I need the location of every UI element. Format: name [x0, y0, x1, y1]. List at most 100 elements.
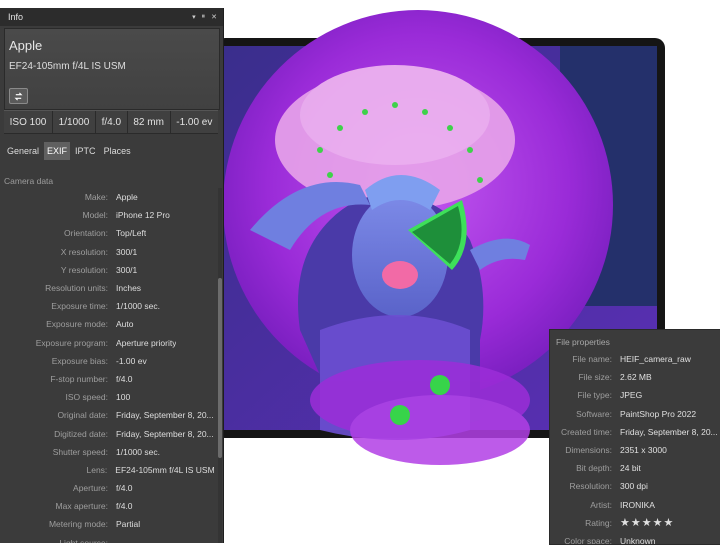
file-property-value: IRONIKA	[620, 499, 655, 510]
file-property-row: Dimensions: 2351 x 3000	[550, 441, 720, 459]
exif-value: Friday, September 8, 20...	[116, 428, 214, 439]
file-property-value: PaintShop Pro 2022	[620, 408, 697, 419]
exposure-stat: ISO 100	[4, 111, 54, 133]
exif-key: Exposure bias:	[51, 355, 108, 366]
file-property-value: 300 dpi	[620, 481, 648, 492]
file-property-key: Rating:	[585, 517, 612, 528]
file-property-key: Color space:	[564, 535, 612, 545]
tab-exif[interactable]: EXIF	[44, 142, 71, 160]
exif-value: f/4.0	[116, 501, 133, 512]
rating-stars[interactable]: ★★★★★	[620, 516, 674, 529]
scrollbar[interactable]	[218, 188, 222, 543]
file-property-key: File size:	[578, 372, 612, 383]
exif-row: Original date: Friday, September 8, 20...	[0, 406, 214, 424]
exif-value: f/4.0	[116, 373, 133, 384]
exif-row: Exposure bias: -1.00 ev	[0, 352, 214, 370]
exif-key: F-stop number:	[50, 373, 108, 384]
exif-value: Apple	[116, 192, 138, 203]
exif-value: Top/Left	[116, 228, 147, 239]
exif-row: ISO speed: 100	[0, 388, 214, 406]
file-property-value: JPEG	[620, 390, 643, 401]
file-property-key: Resolution:	[569, 481, 612, 492]
exif-key: Digitized date:	[54, 428, 108, 439]
exif-value: iPhone 12 Pro	[116, 210, 170, 221]
exif-key: Exposure program:	[35, 337, 108, 348]
exif-row: Exposure time: 1/1000 sec.	[0, 297, 214, 315]
camera-header: Apple EF24-105mm f/4L IS USM	[4, 28, 220, 110]
exif-key: Make:	[84, 192, 108, 203]
file-property-value: Friday, September 8, 20...	[620, 426, 718, 437]
file-property-row: Created time: Friday, September 8, 20...	[550, 423, 720, 441]
exif-key: Aperture:	[73, 483, 108, 494]
scrollbar-thumb[interactable]	[218, 278, 222, 458]
exif-value: ---	[116, 537, 125, 543]
exif-row: Metering mode: Partial	[0, 515, 214, 533]
exif-key: Original date:	[57, 410, 108, 421]
exif-value: Aperture priority	[116, 337, 177, 348]
exif-value: 1/1000 sec.	[116, 301, 160, 312]
exif-key: Max aperture:	[55, 501, 108, 512]
file-property-value: 2.62 MB	[620, 372, 652, 383]
file-property-row: File type: JPEG	[550, 386, 720, 404]
exif-row: Make: Apple	[0, 188, 214, 206]
exif-value: f/4.0	[116, 483, 133, 494]
exif-key: Exposure mode:	[46, 319, 108, 330]
file-property-key: Software:	[576, 408, 612, 419]
exposure-stat: f/4.0	[96, 111, 128, 133]
lens-name: EF24-105mm f/4L IS USM	[9, 61, 126, 72]
exif-value: 300/1	[116, 264, 138, 275]
feather-swirl	[310, 360, 530, 465]
exif-key: Y resolution:	[60, 264, 108, 275]
exif-key: X resolution:	[60, 246, 108, 257]
exif-value: -1.00 ev	[116, 355, 147, 366]
exif-key: Exposure time:	[51, 301, 108, 312]
exif-value: Friday, September 8, 20...	[116, 410, 214, 421]
exif-row: Max aperture: f/4.0	[0, 497, 214, 515]
file-properties-panel: File properties File name: HEIF_camera_ra…	[549, 329, 720, 545]
exif-row: Light source: ---	[0, 534, 214, 543]
file-property-value: 2351 x 3000	[620, 445, 667, 456]
exif-row: X resolution: 300/1	[0, 243, 214, 261]
tab-iptc[interactable]: IPTC	[72, 142, 99, 160]
info-panel: Info ▾ ⏸ ✕ Apple EF24-105mm f/4L IS USM …	[0, 8, 224, 543]
swap-view-button[interactable]	[9, 88, 28, 104]
exif-value: 1/1000 sec.	[116, 446, 160, 457]
exif-row: Exposure mode: Auto	[0, 315, 214, 333]
file-property-row: Rating: ★★★★★	[550, 514, 720, 532]
file-property-key: File type:	[577, 390, 613, 401]
file-property-key: Artist:	[590, 499, 612, 510]
exif-key: ISO speed:	[65, 392, 108, 403]
file-properties-table: File name: HEIF_camera_raw File size: 2.62 …	[550, 350, 720, 545]
info-tabs: General EXIF IPTC Places	[4, 142, 134, 160]
exif-key: Shutter speed:	[52, 446, 108, 457]
exif-value: EF24-105mm f/4L IS USM	[115, 464, 214, 475]
info-titlebar: Info ▾ ⏸ ✕	[0, 8, 223, 26]
exif-value: Inches	[116, 283, 142, 294]
file-property-row: Bit depth: 24 bit	[550, 459, 720, 477]
exif-row: Model: iPhone 12 Pro	[0, 206, 214, 224]
exif-row: Digitized date: Friday, September 8, 20..…	[0, 424, 214, 442]
camera-name: Apple	[9, 38, 43, 53]
close-icon[interactable]: ✕	[211, 13, 217, 21]
file-property-row: Software: PaintShop Pro 2022	[550, 405, 720, 423]
file-property-key: Dimensions:	[565, 445, 612, 456]
file-property-value: Unknown	[620, 535, 656, 545]
tab-places[interactable]: Places	[101, 142, 134, 160]
exif-row: Shutter speed: 1/1000 sec.	[0, 443, 214, 461]
file-property-row: Color space: Unknown	[550, 532, 720, 545]
file-property-key: Created time:	[560, 426, 612, 437]
exif-key: Light source:	[59, 537, 108, 543]
tab-general[interactable]: General	[4, 142, 42, 160]
exposure-stat: 1/1000	[53, 111, 96, 133]
exposure-summary: ISO 100 1/1000 f/4.0 82 mm -1.00 ev	[4, 110, 218, 134]
menu-chevron-icon[interactable]: ▾	[192, 13, 196, 21]
file-property-key: File name:	[572, 354, 612, 365]
exif-row: Aperture: f/4.0	[0, 479, 214, 497]
pin-icon[interactable]: ⏸	[202, 13, 206, 21]
info-title: Info	[8, 12, 24, 22]
exif-key: Orientation:	[64, 228, 108, 239]
file-property-row: File name: HEIF_camera_raw	[550, 350, 720, 368]
file-property-row: Resolution: 300 dpi	[550, 477, 720, 495]
exif-row: Y resolution: 300/1	[0, 261, 214, 279]
file-property-row: File size: 2.62 MB	[550, 368, 720, 386]
